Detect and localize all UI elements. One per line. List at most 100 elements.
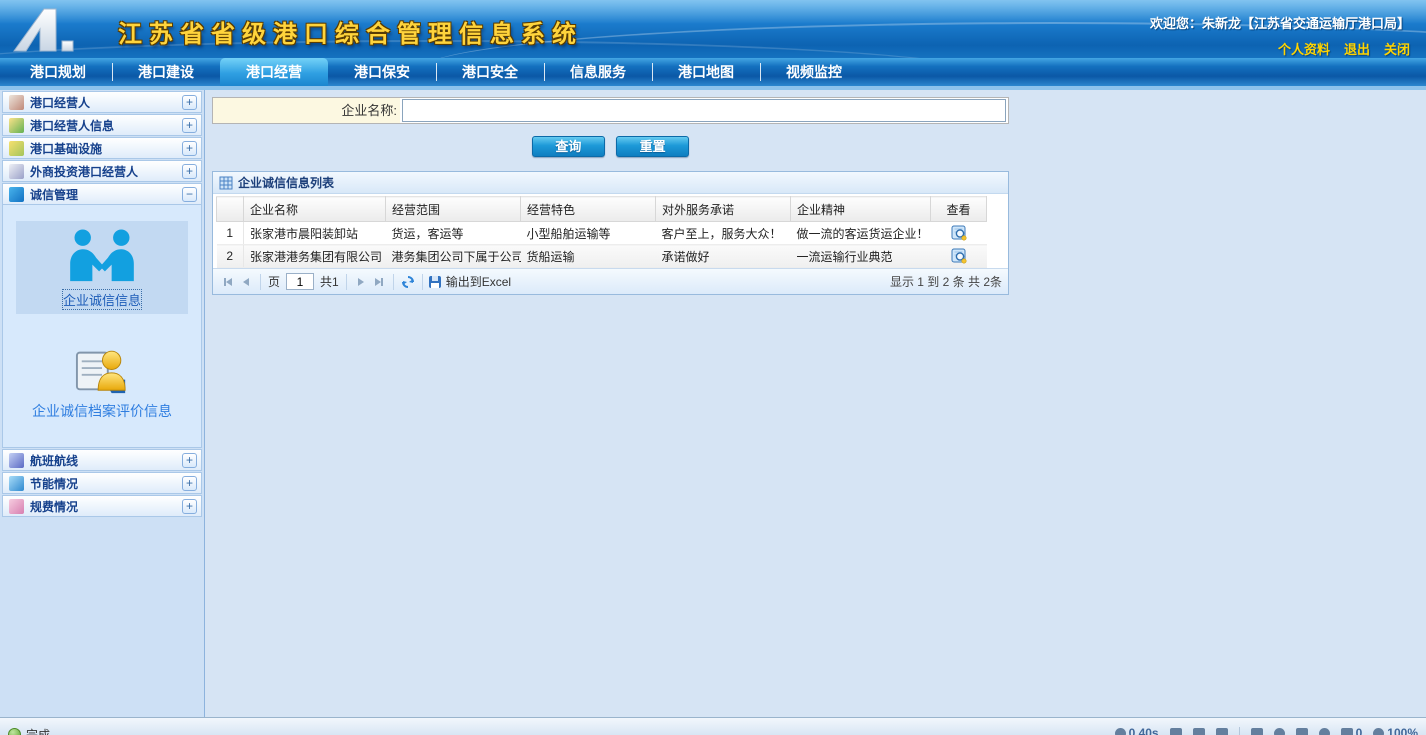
- expand-toggle-icon[interactable]: +: [182, 164, 197, 179]
- reset-button[interactable]: 重置: [616, 136, 689, 157]
- refresh-button[interactable]: [399, 273, 417, 291]
- export-excel-label: 输出到Excel: [446, 273, 511, 290]
- table-cell: 做一流的客运货运企业！: [791, 222, 931, 245]
- enterprise-name-input[interactable]: [402, 99, 1006, 122]
- column-header-查看: 查看: [931, 197, 987, 222]
- nav-tabs: 港口规划港口建设港口经营港口保安港口安全信息服务港口地图视频监控: [0, 58, 1426, 86]
- save-disk-icon: [428, 275, 442, 289]
- proxy-icon[interactable]: [1193, 728, 1205, 735]
- search-form: 企业名称:: [212, 97, 1009, 124]
- sidebar-item-credit-archive-evaluation[interactable]: 企业诚信档案评价信息: [16, 336, 188, 425]
- flight-route-icon: [9, 453, 24, 468]
- grid-title-bar: 企业诚信信息列表: [213, 172, 1008, 194]
- welcome-text: 欢迎您：朱新龙【江苏省交通运输厅港口局】: [1150, 13, 1410, 32]
- nav-tab-港口保安[interactable]: 港口保安: [328, 58, 436, 86]
- sidebar-item-label: 航班航线: [30, 452, 182, 469]
- main-content: 企业名称: 查询 重置 企业诚信信息列表 企业名称经营范围经营特色对外服务承诺: [205, 90, 1426, 717]
- speed-icon: [1115, 728, 1126, 735]
- browser-status-bar: 完成 0.40s 0 100%: [0, 717, 1426, 735]
- sidebar-item-label: 企业诚信档案评价信息: [16, 401, 188, 421]
- operator-icon: [9, 95, 24, 110]
- expand-toggle-icon[interactable]: +: [182, 95, 197, 110]
- column-header-row-number: [217, 197, 244, 222]
- view-button-cell[interactable]: [931, 245, 987, 268]
- logout-link[interactable]: 退出: [1344, 42, 1370, 57]
- nav-tab-信息服务[interactable]: 信息服务: [544, 58, 652, 86]
- export-excel-button[interactable]: 输出到Excel: [428, 273, 511, 290]
- nav-tab-港口建设[interactable]: 港口建设: [112, 58, 220, 86]
- table-cell: 张家港市晨阳装卸站: [244, 222, 386, 245]
- table-cell: 一流运输行业典范: [791, 245, 931, 268]
- load-time: 0.40s: [1129, 726, 1159, 735]
- media-icon[interactable]: [1170, 728, 1182, 735]
- table-icon: [219, 176, 233, 190]
- expand-toggle-icon[interactable]: +: [182, 118, 197, 133]
- sidebar-item-label: 港口经营人信息: [30, 117, 182, 134]
- handshake-people-icon: [66, 229, 138, 283]
- sidebar-item-港口经营人[interactable]: 港口经营人+: [2, 91, 202, 113]
- nav-tab-港口地图[interactable]: 港口地图: [652, 58, 760, 86]
- column-header-对外服务承诺: 对外服务承诺: [656, 197, 791, 222]
- page-number-input[interactable]: [286, 273, 314, 290]
- nav-tab-港口经营[interactable]: 港口经营: [220, 58, 328, 86]
- sidebar-item-label: 企业诚信信息: [62, 289, 142, 310]
- page-label: 页: [268, 273, 280, 290]
- column-header-经营范围: 经营范围: [386, 197, 521, 222]
- view-button-cell[interactable]: [931, 222, 987, 245]
- first-page-button[interactable]: [219, 273, 237, 291]
- sidebar-panel-规费情况: 规费情况+: [2, 495, 202, 517]
- status-done-icon: [8, 728, 21, 735]
- sidebar-panel-外商投资港口经营人: 外商投资港口经营人+: [2, 160, 202, 182]
- sidebar-item-港口经营人信息[interactable]: 港口经营人信息+: [2, 114, 202, 136]
- query-button[interactable]: 查询: [532, 136, 605, 157]
- sidebar-item-诚信管理[interactable]: 诚信管理−: [2, 183, 202, 205]
- infrastructure-icon: [9, 141, 24, 156]
- nav-tab-港口规划[interactable]: 港口规划: [4, 58, 112, 86]
- expand-toggle-icon[interactable]: +: [182, 453, 197, 468]
- table-cell: 港务集团公司下属于公司: [386, 245, 521, 268]
- expand-toggle-icon[interactable]: +: [182, 141, 197, 156]
- table-row[interactable]: 2张家港港务集团有限公司港务集团公司下属于公司货船运输承诺做好一流运输行业典范: [217, 245, 987, 268]
- settings-icon[interactable]: [1274, 728, 1285, 735]
- prev-page-button[interactable]: [237, 273, 255, 291]
- sidebar-item-label: 规费情况: [30, 498, 182, 515]
- sidebar-item-label: 港口基础设施: [30, 140, 182, 157]
- credit-info-table: 企业名称经营范围经营特色对外服务承诺企业精神查看 1张家港市晨阳装卸站货运，客运…: [216, 196, 987, 268]
- profile-link[interactable]: 个人资料: [1278, 42, 1330, 57]
- night-mode-icon[interactable]: [1319, 728, 1330, 735]
- reading-mode-icon[interactable]: [1296, 728, 1308, 735]
- sidebar-item-label: 港口经营人: [30, 94, 182, 111]
- sidebar-item-enterprise-credit-info[interactable]: 企业诚信信息: [16, 221, 188, 314]
- sidebar: 港口经营人+港口经营人信息+港口基础设施+外商投资港口经营人+诚信管理− 企业诚…: [0, 90, 205, 717]
- sidebar-panel-诚信管理: 诚信管理− 企业诚信信息: [2, 183, 202, 448]
- collapse-toggle-icon[interactable]: −: [182, 187, 197, 202]
- pager-summary: 显示 1 到 2 条 共 2条: [890, 273, 1002, 290]
- view-detail-icon[interactable]: [951, 248, 967, 264]
- close-link[interactable]: 关闭: [1384, 42, 1410, 57]
- sidebar-item-节能情况[interactable]: 节能情况+: [2, 472, 202, 494]
- sidebar-item-港口基础设施[interactable]: 港口基础设施+: [2, 137, 202, 159]
- form-buttons: 查询 重置: [212, 136, 1009, 157]
- total-pages-label: 共1: [320, 273, 339, 290]
- table-row[interactable]: 1张家港市晨阳装卸站货运，客运等小型船舶运输等客户至上，服务大众！做一流的客运货…: [217, 222, 987, 245]
- status-text: 完成: [26, 726, 50, 735]
- zoom-icon[interactable]: [1373, 728, 1384, 735]
- download-icon[interactable]: [1216, 728, 1228, 735]
- mute-icon[interactable]: [1251, 728, 1263, 735]
- sidebar-item-外商投资港口经营人[interactable]: 外商投资港口经营人+: [2, 160, 202, 182]
- row-number-cell: 1: [217, 222, 244, 245]
- sidebar-item-航班航线[interactable]: 航班航线+: [2, 449, 202, 471]
- last-page-button[interactable]: [370, 273, 388, 291]
- next-page-button[interactable]: [352, 273, 370, 291]
- sidebar-item-规费情况[interactable]: 规费情况+: [2, 495, 202, 517]
- pager-toolbar: 页 共1: [213, 268, 1008, 294]
- table-cell: 货船运输: [521, 245, 656, 268]
- nav-tab-视频监控[interactable]: 视频监控: [760, 58, 868, 86]
- expand-toggle-icon[interactable]: +: [182, 499, 197, 514]
- view-detail-icon[interactable]: [951, 225, 967, 241]
- expand-toggle-icon[interactable]: +: [182, 476, 197, 491]
- app-logo-icon: [10, 7, 110, 53]
- grid-title: 企业诚信信息列表: [238, 174, 334, 191]
- nav-tab-港口安全[interactable]: 港口安全: [436, 58, 544, 86]
- ad-block-icon[interactable]: [1341, 728, 1353, 735]
